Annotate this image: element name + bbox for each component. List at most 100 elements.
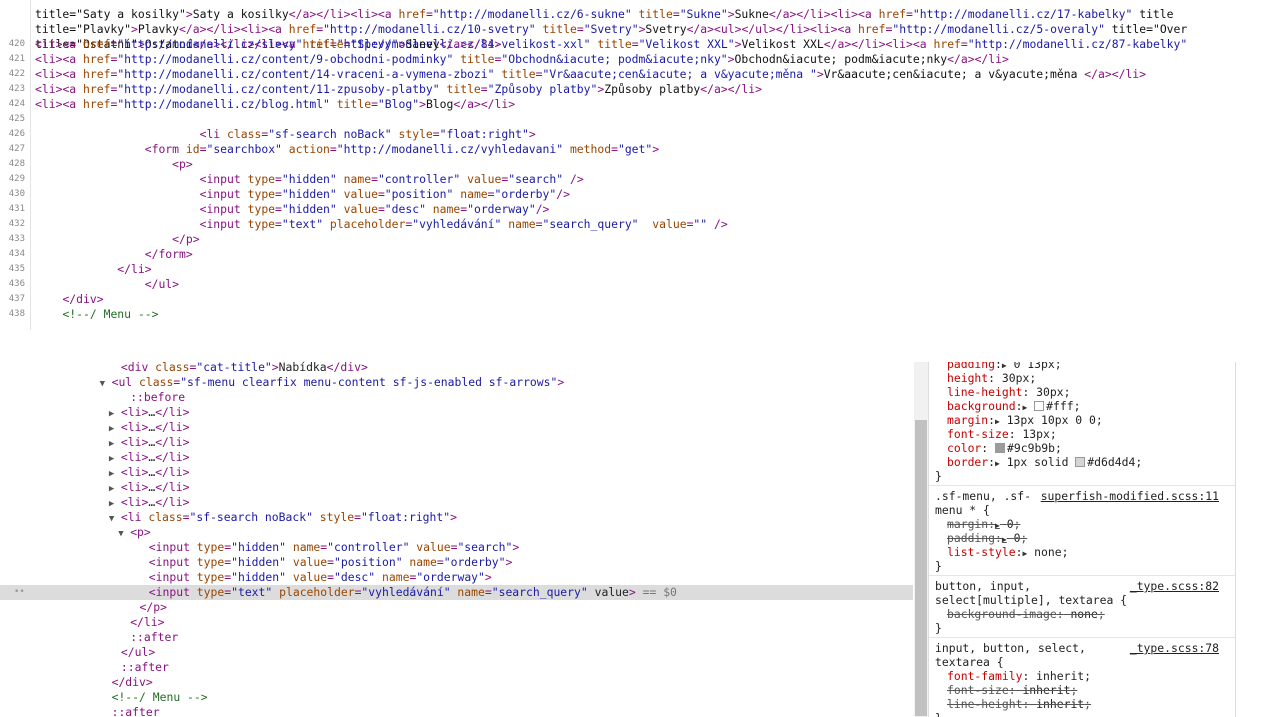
- dom-node[interactable]: ::after: [0, 630, 913, 645]
- dom-node[interactable]: <input type="hidden" value="desc" name="…: [0, 570, 913, 585]
- css-property-value[interactable]: inherit: [1036, 669, 1084, 683]
- dom-node[interactable]: ::before: [0, 390, 913, 405]
- dom-node[interactable]: <input type="hidden" name="controller" v…: [0, 540, 913, 555]
- dom-node[interactable]: ▶ <li>…</li>: [0, 435, 913, 450]
- dom-node[interactable]: ::after: [0, 660, 913, 675]
- color-swatch-icon[interactable]: [1075, 457, 1086, 467]
- rule-close-brace[interactable]: }: [935, 469, 1229, 483]
- css-declaration[interactable]: font-size: 13px;: [935, 427, 1229, 441]
- expand-right-icon[interactable]: ▶: [1022, 549, 1027, 558]
- css-property-value[interactable]: inherit: [1022, 683, 1070, 697]
- css-selector[interactable]: button, input,: [935, 579, 1031, 593]
- css-property-name[interactable]: margin: [947, 413, 988, 427]
- css-property-name[interactable]: font-family: [947, 669, 1022, 683]
- dom-node[interactable]: ▶ <li>…</li>: [0, 450, 913, 465]
- css-property-name[interactable]: font-size: [947, 683, 1009, 697]
- dom-node[interactable]: <input type="hidden" value="position" na…: [0, 555, 913, 570]
- css-property-name[interactable]: background-image: [947, 607, 1057, 621]
- css-property-name[interactable]: line-height: [947, 697, 1022, 711]
- css-declaration[interactable]: border:▶ 1px solid #d6d4d4;: [935, 455, 1229, 469]
- css-property-name[interactable]: list-style: [947, 545, 1016, 559]
- css-declaration[interactable]: list-style:▶ none;: [935, 545, 1229, 559]
- css-declaration[interactable]: line-height: 30px;: [935, 385, 1229, 399]
- rule-header[interactable]: button, input, _type.scss:82: [935, 579, 1229, 593]
- css-declaration[interactable]: padding:▶ 0 13px;: [935, 362, 1229, 371]
- dom-node[interactable]: ▶ <li>…</li>: [0, 405, 913, 420]
- rule-header[interactable]: .sf-menu, .sf-superfish-modified.scss:11: [935, 489, 1229, 503]
- expand-right-icon[interactable]: ▶: [995, 459, 1000, 468]
- dom-node-selected[interactable]: •• <input type="text" placeholder="vyhled…: [0, 585, 913, 600]
- css-property-value[interactable]: 0 13px: [1014, 362, 1055, 371]
- rule-close-brace[interactable]: }: [935, 711, 1229, 717]
- css-property-name[interactable]: line-height: [947, 385, 1022, 399]
- css-property-value[interactable]: none: [1070, 607, 1097, 621]
- dom-node[interactable]: ▼ <ul class="sf-menu clearfix menu-conten…: [0, 375, 913, 390]
- dom-node[interactable]: </ul>: [0, 645, 913, 660]
- css-declaration[interactable]: color: #9c9b9b;: [935, 441, 1229, 455]
- css-property-value[interactable]: 30px: [1036, 385, 1063, 399]
- rule-header[interactable]: input, button, select, _type.scss:78: [935, 641, 1229, 655]
- css-property-name[interactable]: background: [947, 399, 1016, 413]
- css-property-name[interactable]: height: [947, 371, 988, 385]
- css-property-value[interactable]: inherit: [1036, 697, 1084, 711]
- dom-node[interactable]: ::after: [0, 705, 913, 717]
- color-swatch-icon[interactable]: [995, 443, 1006, 453]
- css-property-name[interactable]: font-size: [947, 427, 1009, 441]
- css-declaration[interactable]: font-family: inherit;: [935, 669, 1229, 683]
- rule-close-brace[interactable]: }: [935, 621, 1229, 635]
- css-property-value[interactable]: 13px 10px 0 0: [1007, 413, 1096, 427]
- dom-node[interactable]: ▼ <li class="sf-search noBack" style="flo…: [0, 510, 913, 525]
- css-property-value[interactable]: none: [1034, 545, 1061, 559]
- stylesheet-source-link[interactable]: _type.scss:82: [1130, 579, 1219, 593]
- css-declaration[interactable]: margin:▶ 13px 10px 0 0;: [935, 413, 1229, 427]
- styles-pane[interactable]: padding:▶ 0 13px; height: 30px; line-heigh…: [928, 362, 1236, 717]
- css-declaration[interactable]: padding:▶ 0;: [935, 531, 1229, 545]
- dom-node[interactable]: </li>: [0, 615, 913, 630]
- css-declaration[interactable]: font-size: inherit;: [935, 683, 1229, 697]
- css-property-value[interactable]: 0: [1007, 517, 1014, 531]
- expand-right-icon[interactable]: ▶: [1002, 535, 1007, 544]
- css-selector[interactable]: textarea {: [935, 655, 1229, 669]
- css-property-name[interactable]: color: [947, 441, 981, 455]
- css-selector[interactable]: .sf-menu, .sf-: [935, 489, 1031, 503]
- dom-node[interactable]: <div class="cat-title">Nabídka</div>: [0, 360, 913, 375]
- elements-tree-panel[interactable]: <div class="cat-title">Nabídka</div> ▼ <ul…: [0, 360, 913, 717]
- stylesheet-source-link[interactable]: superfish-modified.scss:11: [1041, 489, 1219, 503]
- expand-right-icon[interactable]: ▶: [1022, 403, 1027, 412]
- css-property-value[interactable]: #d6d4d4: [1087, 455, 1135, 469]
- stylesheet-source-link[interactable]: _type.scss:78: [1130, 641, 1219, 655]
- css-property-name[interactable]: border: [947, 455, 988, 469]
- elements-scrollbar-thumb[interactable]: [915, 420, 927, 716]
- css-selector[interactable]: menu * {: [935, 503, 1229, 517]
- dom-node[interactable]: ▶ <li>…</li>: [0, 495, 913, 510]
- css-property-value[interactable]: #fff: [1046, 399, 1073, 413]
- dom-node[interactable]: ▼ <p>: [0, 525, 913, 540]
- css-declaration[interactable]: margin:▶ 0;: [935, 517, 1229, 531]
- dom-node[interactable]: <!--/ Menu -->: [0, 690, 913, 705]
- css-property-name[interactable]: padding: [947, 362, 995, 371]
- css-declaration[interactable]: background-image: none;: [935, 607, 1229, 621]
- css-property-value[interactable]: #9c9b9b: [1007, 441, 1055, 455]
- dom-node[interactable]: </div>: [0, 675, 913, 690]
- css-property-name[interactable]: margin: [947, 517, 988, 531]
- css-property-value[interactable]: 30px: [1002, 371, 1029, 385]
- rule-close-brace[interactable]: }: [935, 559, 1229, 573]
- expand-right-icon[interactable]: ▶: [995, 417, 1000, 426]
- expand-right-icon[interactable]: ▶: [995, 521, 1000, 530]
- dom-node[interactable]: ▶ <li>…</li>: [0, 420, 913, 435]
- css-declaration[interactable]: height: 30px;: [935, 371, 1229, 385]
- css-declaration[interactable]: line-height: inherit;: [935, 697, 1229, 711]
- css-declaration[interactable]: background:▶ #fff;: [935, 399, 1229, 413]
- css-property-name[interactable]: padding: [947, 531, 995, 545]
- css-selector[interactable]: select[multiple], textarea {: [935, 593, 1229, 607]
- dom-node[interactable]: </p>: [0, 600, 913, 615]
- css-selector[interactable]: input, button, select,: [935, 641, 1086, 655]
- expand-right-icon[interactable]: ▶: [1002, 362, 1007, 370]
- color-swatch-icon[interactable]: [1034, 401, 1045, 411]
- dom-node[interactable]: ▶ <li>…</li>: [0, 480, 913, 495]
- dom-node[interactable]: ▶ <li>…</li>: [0, 465, 913, 480]
- css-property-value[interactable]: 1px solid: [1007, 455, 1069, 469]
- node-dots-icon[interactable]: ••: [14, 585, 25, 600]
- css-property-value[interactable]: 0: [1014, 531, 1021, 545]
- css-property-value[interactable]: 13px: [1022, 427, 1049, 441]
